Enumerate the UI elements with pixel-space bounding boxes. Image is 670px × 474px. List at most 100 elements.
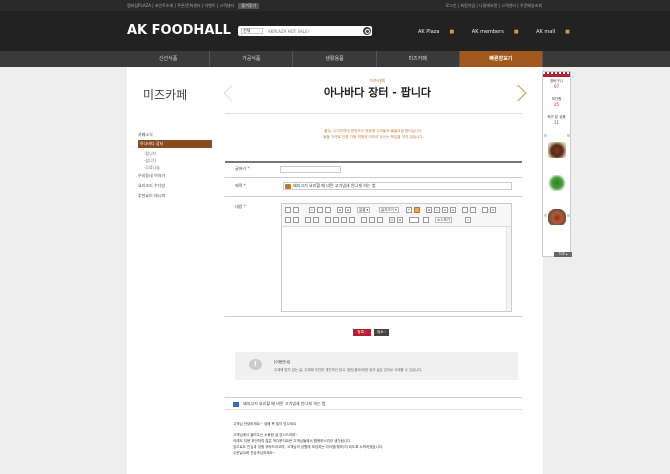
align-left-icon[interactable] xyxy=(349,217,355,223)
guide-title: [이용안내] xyxy=(274,360,291,364)
recent-product-image[interactable] xyxy=(548,142,566,158)
subject-label: 제목 * xyxy=(235,183,246,189)
nav-processed-food[interactable]: 가공식품 xyxy=(210,51,294,67)
undo-icon[interactable]: ↶ xyxy=(406,207,412,213)
list-ordered-icon[interactable] xyxy=(285,217,291,223)
sidebar-item-neighborhood[interactable]: 우리동네 이야기 xyxy=(138,171,212,181)
font-select[interactable]: 글꼴 ▾ xyxy=(357,207,371,213)
notice-text: 물당, 수지지역의 환영하고 평등한 주부들의 물물교환 합터입니다. 물물 거… xyxy=(225,128,522,140)
content-label-text: 내용 xyxy=(235,204,243,209)
sidebar-item-cafe-news[interactable]: 카페소식 xyxy=(138,130,212,140)
scroll-up-icon[interactable] xyxy=(544,134,547,137)
family-link-label[interactable]: AK mall xyxy=(536,29,555,35)
copy-icon[interactable] xyxy=(317,207,323,213)
subject-value[interactable]: 돼지고기 요리할 때 비린 고기냄새 안나게 하는 법 xyxy=(293,183,376,188)
sidebar: 미즈카페 카페소식 아나바다 장터 ·팝니다 ·삽니다 ·무료나눔 우리동네 이… xyxy=(127,67,212,474)
outdent-icon[interactable] xyxy=(313,217,319,223)
align-justify-icon[interactable] xyxy=(325,217,331,223)
paste-icon[interactable] xyxy=(325,207,331,213)
family-link-label[interactable]: AK members xyxy=(472,29,504,35)
header-label-text: 글머리 xyxy=(235,166,247,171)
bold-icon[interactable]: B xyxy=(426,207,432,213)
form-top-divider xyxy=(225,161,522,163)
align-center-icon[interactable] xyxy=(341,217,347,223)
quick-panel: 장바구니 07 보관함 25 최근 본 상품 11 TOP ▴ xyxy=(542,71,572,257)
prev-icon[interactable] xyxy=(544,214,547,217)
form-bottom-divider xyxy=(225,316,522,317)
help-icon[interactable]: ? xyxy=(465,217,471,223)
square-icon: ■ xyxy=(449,29,455,35)
content-label: 내용 * xyxy=(235,204,246,210)
indent-icon[interactable] xyxy=(305,217,311,223)
logo[interactable]: AK FOODHALL xyxy=(127,23,231,38)
header-select[interactable] xyxy=(280,166,341,173)
scroll-down-icon[interactable] xyxy=(567,134,570,137)
sidebar-item-cooking-talk[interactable]: 요리조리 수다방 xyxy=(138,181,212,191)
subscript-icon[interactable] xyxy=(462,207,468,213)
nav-quick-shopping[interactable]: 빠른장보기 xyxy=(459,51,544,67)
hr-icon[interactable] xyxy=(423,217,429,223)
special-char-icon[interactable]: Ω xyxy=(397,217,403,223)
sidebar-subitem-sell[interactable]: ·팝니다 xyxy=(138,150,212,157)
utility-links-left-text[interactable]: 멤버십PLAZA | 포인트조회 | 쿠폰/문화센터 | 이벤트 | 고객센터 xyxy=(127,3,234,8)
strike-icon[interactable]: S xyxy=(450,207,456,213)
nav-fresh-food[interactable]: 신선식품 xyxy=(127,51,211,67)
family-link-akmembers[interactable]: AK members ■ xyxy=(472,29,527,35)
square-icon: ■ xyxy=(565,29,570,35)
notice-line-2: 물물 거래로 인한 각종 피해에 대하여 당사는 책임을 지지 않습니다. xyxy=(323,135,424,139)
image-icon[interactable] xyxy=(361,217,367,223)
sidebar-subitem-free[interactable]: ·무료나눔 xyxy=(138,164,212,171)
search-box: 전체 AKPLAZA HOT SALE! xyxy=(238,26,372,36)
link-icon[interactable] xyxy=(377,217,383,223)
font-color-icon[interactable] xyxy=(414,207,420,213)
align-center-icon[interactable]: ≡ xyxy=(345,207,351,213)
utility-links-right[interactable]: 로그인 | 회원가입 | 나중에보관 | 고객센터 | 주문배송조회 xyxy=(445,3,542,9)
bookmark-button[interactable]: 즐겨찾기 xyxy=(238,3,260,9)
recent-product-image[interactable] xyxy=(548,175,566,191)
search-icon[interactable] xyxy=(363,27,371,35)
preview-title: 돼지고기 요리할 때 비린 고기냄새 안나게 하는 법 xyxy=(243,401,326,406)
rich-text-editor[interactable]: ✂ ≡ ≡ 글꼴 ▾ 글자크기 ▾ ↶ B I U S ✕ ☺ Ω 소스보기 ? xyxy=(281,203,512,312)
next-icon[interactable] xyxy=(567,214,570,217)
underline-icon[interactable]: U xyxy=(442,207,448,213)
family-link-label[interactable]: AK Plaza xyxy=(418,29,439,35)
nav-mizcafe[interactable]: 미즈카페 xyxy=(377,51,460,67)
search-category-select[interactable]: 전체 xyxy=(241,28,263,34)
editor-scrollbar[interactable] xyxy=(506,227,511,311)
submit-button[interactable]: 등록 › xyxy=(353,329,371,336)
search-input[interactable]: AKPLAZA HOT SALE! xyxy=(268,29,309,34)
sidebar-title: 미즈카페 xyxy=(143,88,188,102)
media-icon[interactable] xyxy=(369,217,375,223)
family-link-akmall[interactable]: AK mall ■ xyxy=(536,29,578,35)
save-icon[interactable] xyxy=(285,207,291,213)
preview-icon[interactable] xyxy=(293,207,299,213)
sidebar-subitem-buy[interactable]: ·삽니다 xyxy=(138,157,212,164)
page-title: 아나바다 장터 - 팝니다 xyxy=(323,86,432,99)
source-view-button[interactable]: 소스보기 xyxy=(435,217,452,223)
utility-links-left[interactable]: 멤버십PLAZA | 포인트조회 | 쿠폰/문화센터 | 이벤트 | 고객센터 … xyxy=(127,3,260,9)
sidebar-item-recipes[interactable]: 추천요리 레시피 xyxy=(138,191,212,201)
form-divider xyxy=(225,177,522,178)
nav-household[interactable]: 생활용품 xyxy=(293,51,377,67)
italic-icon[interactable]: I xyxy=(434,207,440,213)
font-size-select[interactable]: 글자크기 ▾ xyxy=(379,207,399,213)
document-icon xyxy=(233,402,239,407)
superscript-icon[interactable] xyxy=(470,207,476,213)
emoticon-icon[interactable]: ☺ xyxy=(389,217,395,223)
list-bullet-icon[interactable] xyxy=(293,217,299,223)
close-icon[interactable]: ✕ xyxy=(490,207,496,213)
sidebar-item-anabada[interactable]: 아나바다 장터 xyxy=(138,140,212,148)
top-button[interactable]: TOP ▴ xyxy=(554,252,572,257)
square-icon: ■ xyxy=(513,29,519,35)
table-icon[interactable] xyxy=(409,217,419,223)
align-left-icon[interactable]: ≡ xyxy=(337,207,343,213)
cut-icon[interactable]: ✂ xyxy=(309,207,315,213)
cancel-button[interactable]: 취소 › xyxy=(374,329,389,336)
editor-toolbar: ✂ ≡ ≡ 글꼴 ▾ 글자크기 ▾ ↶ B I U S ✕ ☺ Ω 소스보기 ? xyxy=(282,204,511,227)
sidebar-menu: 카페소식 아나바다 장터 ·팝니다 ·삽니다 ·무료나눔 우리동네 이야기 요리… xyxy=(138,130,212,201)
eraser-icon[interactable] xyxy=(482,207,488,213)
recent-product-image[interactable] xyxy=(548,209,566,225)
align-right-icon[interactable] xyxy=(333,217,339,223)
family-link-akplaza[interactable]: AK Plaza ■ xyxy=(418,29,462,35)
subject-input[interactable]: 돼지고기 요리할 때 비린 고기냄새 안나게 하는 법 xyxy=(283,182,512,190)
